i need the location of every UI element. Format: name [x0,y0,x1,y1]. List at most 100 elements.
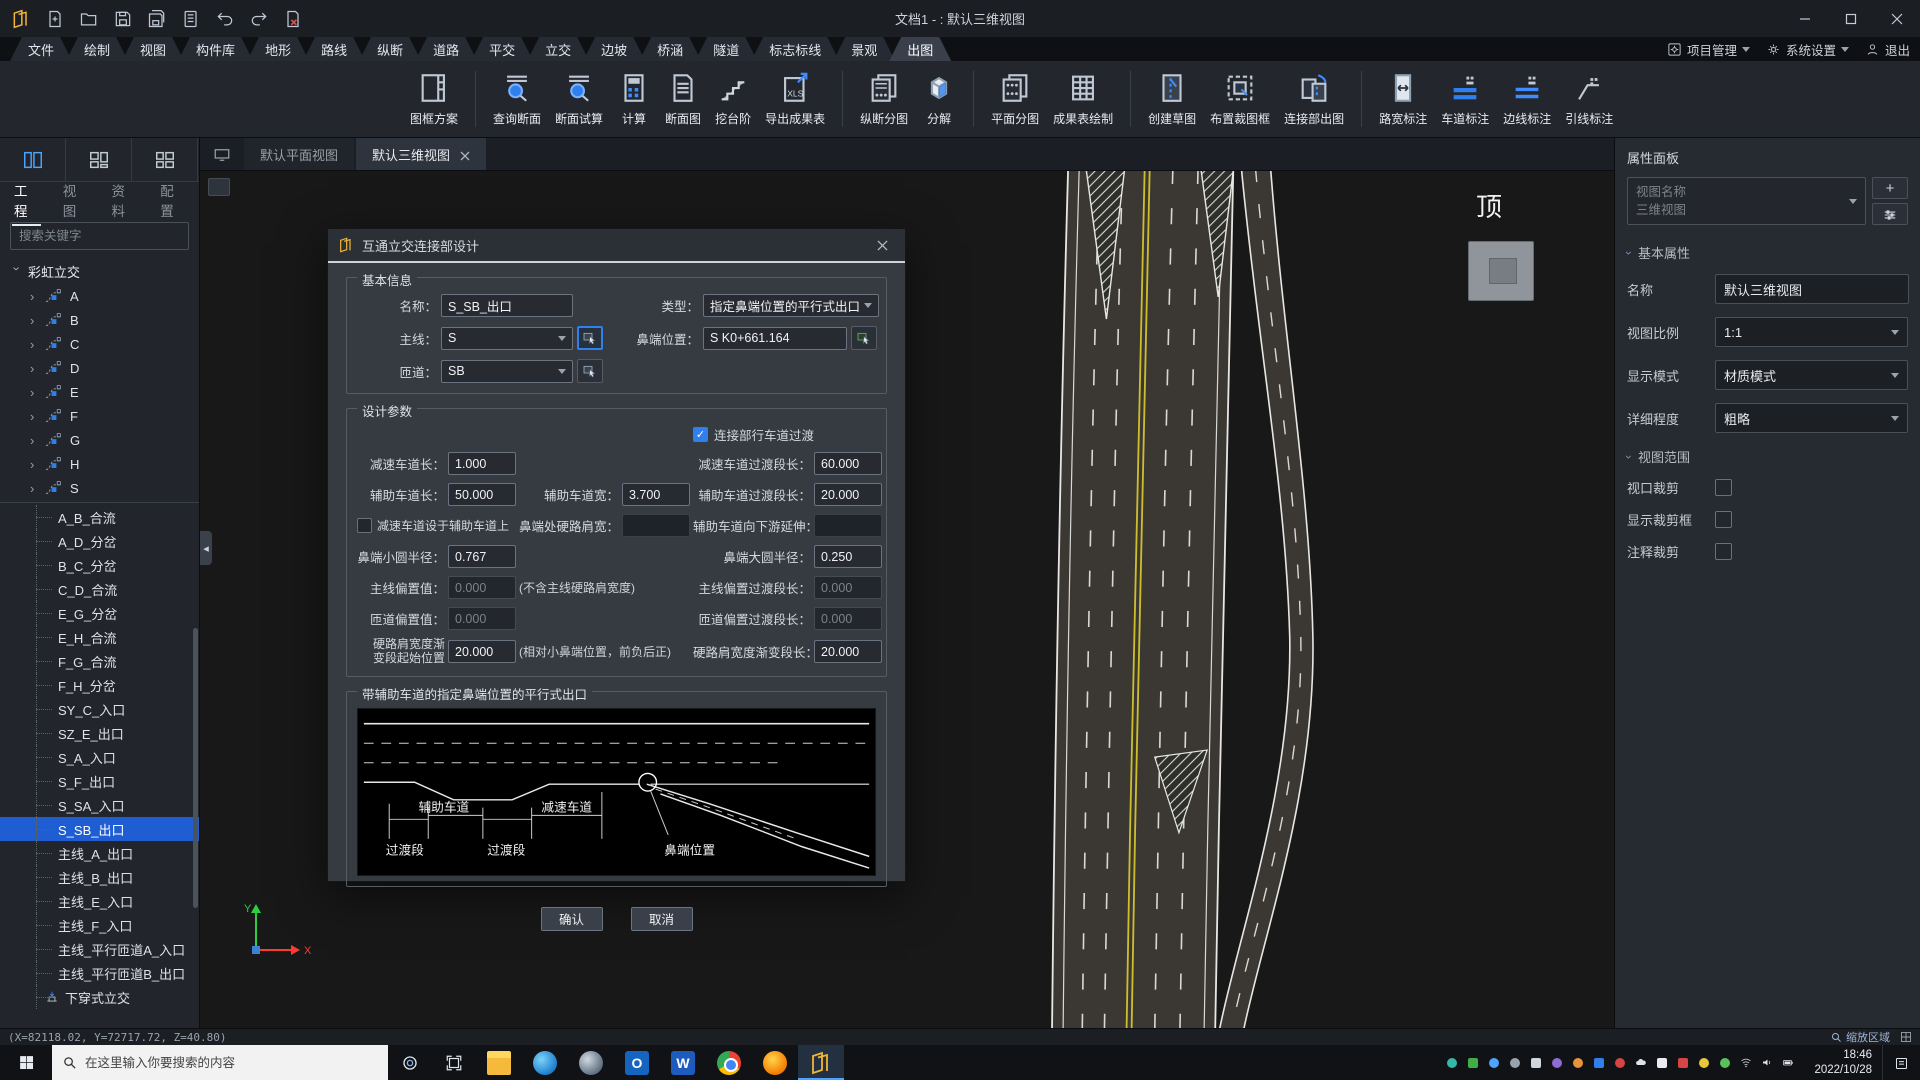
sidebar-scrollbar[interactable] [193,628,198,908]
file-explorer-taskbar-button[interactable] [476,1045,522,1080]
view-scale-select[interactable]: 1:1 [1715,317,1908,347]
menu-tab-terrain[interactable]: 地形 [247,37,309,61]
results-table-button[interactable]: 成果表绘制 [1046,69,1120,129]
notification-center-button[interactable] [1882,1045,1920,1080]
expand-icon[interactable]: › [30,385,38,400]
filter-button[interactable] [1872,203,1908,225]
dialog-titlebar[interactable]: 互通立交连接部设计 [328,229,905,261]
onedrive-icon[interactable] [1635,1057,1647,1069]
menu-tab-interchange[interactable]: 立交 [527,37,589,61]
view-cube[interactable] [1468,241,1534,301]
detail-level-select[interactable]: 粗略 [1715,403,1908,433]
sidebar-tab-project[interactable]: 工程 [12,174,41,226]
close-doc-button[interactable] [279,5,307,33]
sidebar-tab-data[interactable]: 资料 [110,174,139,226]
decel-on-aux-checkbox[interactable] [357,518,372,533]
ramp-pick-button[interactable] [577,359,603,383]
tree-root[interactable]: ›彩虹立交 [0,258,199,284]
cortana-button[interactable] [388,1045,432,1080]
view-tab-menu-button[interactable] [200,138,244,170]
profile-sheets-button[interactable]: 纵断分图 [853,69,915,129]
redo-button[interactable] [245,5,273,33]
tree-item-6[interactable]: E_H_合流 [0,625,199,649]
menu-tab-file[interactable]: 文件 [10,37,72,61]
volume-icon[interactable] [1761,1057,1773,1069]
view-tab-plan[interactable]: 默认平面视图 [244,138,354,170]
aux-trans-input[interactable] [814,483,882,506]
grid-toggle-icon[interactable] [1900,1031,1912,1043]
tray-app-green2-icon[interactable] [1719,1057,1731,1069]
bluetooth-icon[interactable] [1488,1057,1500,1069]
name-input[interactable] [441,294,573,317]
tree-item-13[interactable]: S_SA_入口 [0,793,199,817]
sidebar-collapse-handle[interactable]: ◂ [200,531,212,565]
explode-button[interactable]: 分解 [915,69,963,129]
lane-annotation-button[interactable]: 车道标注 [1434,69,1496,129]
view-orientation-label[interactable]: 顶 [1476,187,1502,224]
undo-button[interactable] [211,5,239,33]
task-view-button[interactable] [432,1045,476,1080]
main-offset-trans-input[interactable] [814,576,882,599]
document-button[interactable] [177,5,205,33]
menu-tab-view[interactable]: 视图 [122,37,184,61]
tree-item-17[interactable]: 主线_E_入口 [0,889,199,913]
cad-app-taskbar-button[interactable] [798,1045,844,1080]
export-results-button[interactable]: XLS导出成果表 [758,69,832,129]
tree-branch-S[interactable]: ›S [0,476,199,500]
tray-app-green-icon[interactable] [1467,1057,1479,1069]
section-view-range[interactable]: ›视图范围 [1627,447,1908,466]
tree-branch-B[interactable]: ›B [0,308,199,332]
tree-item-9[interactable]: SY_C_入口 [0,697,199,721]
tree-item-8[interactable]: F_H_分岔 [0,673,199,697]
tree-item-4[interactable]: C_D_合流 [0,577,199,601]
sidebar-tab-config[interactable]: 配置 [158,174,187,226]
connection-output-button[interactable]: 连接部出图 [1277,69,1351,129]
save-button[interactable] [109,5,137,33]
tray-app-red-icon[interactable] [1614,1057,1626,1069]
menu-tab-landscape[interactable]: 景观 [833,37,895,61]
viewport-menu-icon[interactable] [208,178,230,196]
new-file-button[interactable] [41,5,69,33]
taskbar-clock[interactable]: 18:46 2022/10/28 [1804,1045,1882,1080]
lane-transition-checkbox[interactable]: ✓ [693,427,708,442]
taskbar-search-input[interactable] [85,1056,378,1070]
tree-item-20[interactable]: 主线_平行匝道B_出口 [0,961,199,985]
zoom-region-button[interactable]: 缩放区域 [1830,1029,1890,1045]
tree-item-1[interactable]: A_B_合流 [0,505,199,529]
menu-tab-library[interactable]: 构件库 [178,37,253,61]
shoulder-taper-start-input[interactable] [448,640,516,663]
expand-icon[interactable]: › [30,457,38,472]
shoulder-trans-input[interactable] [814,640,882,663]
project-manager-button[interactable]: 项目管理 [1667,40,1750,59]
menu-tab-profile[interactable]: 纵断 [359,37,421,61]
exit-button[interactable]: 退出 [1865,40,1910,59]
leader-annotation-button[interactable]: 引线标注 [1558,69,1620,129]
maximize-button[interactable] [1828,0,1874,37]
tree-branch-A[interactable]: ›A [0,284,199,308]
nose-position-pick-button[interactable] [851,326,877,350]
nose-small-radius-input[interactable] [448,545,516,568]
nose-big-radius-input[interactable] [814,545,882,568]
menu-tab-at-grade[interactable]: 平交 [471,37,533,61]
tree-item-5[interactable]: E_G_分岔 [0,601,199,625]
tree-branch-D[interactable]: ›D [0,356,199,380]
tree-branch-F[interactable]: ›F [0,404,199,428]
tree-branch-C[interactable]: ›C [0,332,199,356]
network-icon[interactable] [1740,1057,1752,1069]
mainline-pick-button[interactable] [577,326,603,350]
menu-tab-draw[interactable]: 绘制 [66,37,128,61]
expand-icon[interactable]: › [30,313,38,328]
search-input[interactable] [19,229,180,243]
tree-item-19[interactable]: 主线_平行匝道A_入口 [0,937,199,961]
type-select[interactable]: 指定鼻端位置的平行式出口 [703,294,879,317]
section-trial-button[interactable]: 断面试算 [548,69,610,129]
menu-tab-marking[interactable]: 标志标线 [751,37,839,61]
tray-app-orange-icon[interactable] [1572,1057,1584,1069]
tree-item-15[interactable]: 主线_A_出口 [0,841,199,865]
save-as-button[interactable] [143,5,171,33]
tree-item-7[interactable]: F_G_合流 [0,649,199,673]
view-name-input[interactable] [1715,274,1909,304]
tree-item-2[interactable]: A_D_分岔 [0,529,199,553]
add-view-button[interactable]: + [1872,177,1908,199]
menu-tab-bridge[interactable]: 桥涵 [639,37,701,61]
